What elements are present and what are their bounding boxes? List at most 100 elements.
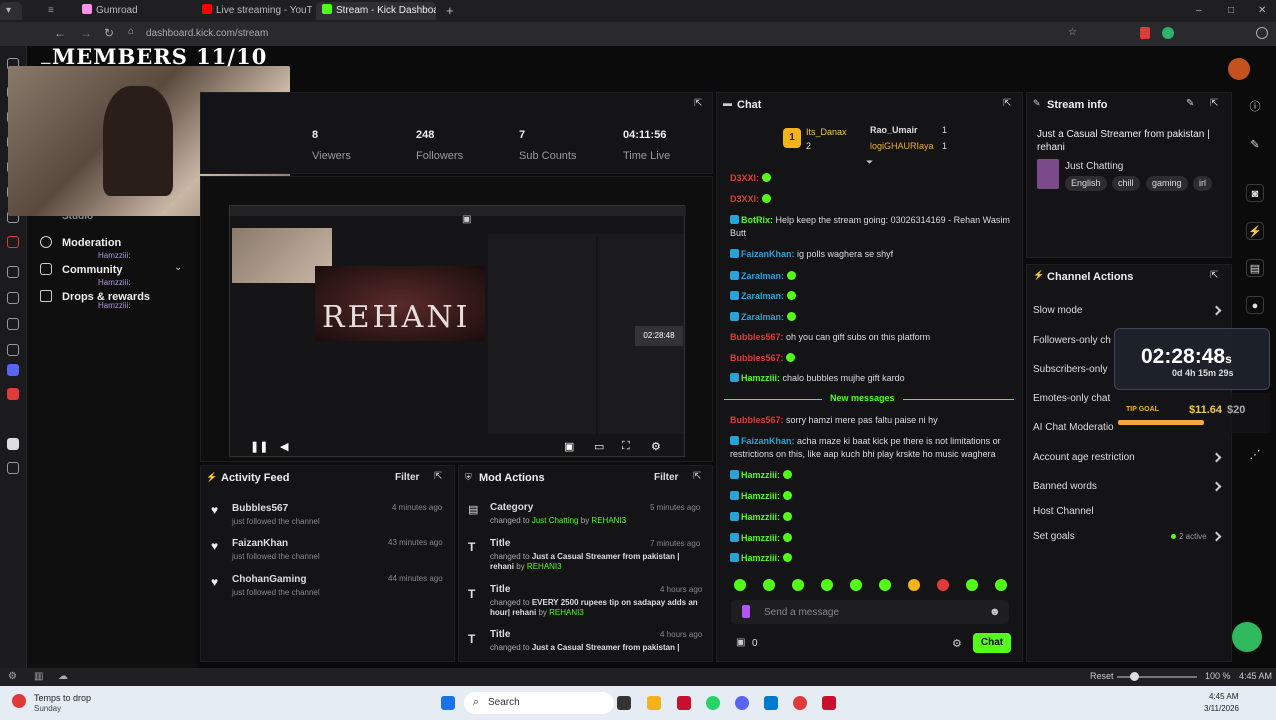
tab-youtube[interactable]: Live streaming - YouTube S <box>196 2 312 20</box>
close-window-button[interactable]: ✕ <box>1252 2 1268 20</box>
emote[interactable] <box>908 579 920 591</box>
chat-settings-icon[interactable]: ⚙ <box>952 637 962 650</box>
top-gifter-name[interactable]: logiGHAURIaya <box>870 141 934 151</box>
zoom-slider-handle[interactable] <box>1130 672 1139 681</box>
chevron-down-icon[interactable]: ⌄ <box>174 262 182 273</box>
popout-icon[interactable]: ⇱ <box>1210 270 1218 281</box>
emote[interactable] <box>763 579 775 591</box>
share-icon[interactable]: ⋰ <box>1246 446 1264 464</box>
sidebar-item-moderation[interactable]: Moderation <box>62 237 121 249</box>
reload-icon[interactable]: ↻ <box>104 26 114 40</box>
emoji-icon[interactable]: ☻ <box>989 606 1001 618</box>
chat-username[interactable]: Hamzziii: <box>741 491 780 501</box>
feed-user[interactable]: FaizanKhan <box>232 538 288 549</box>
slow-mode-item[interactable]: Slow mode <box>1033 305 1082 316</box>
account-age-item[interactable]: Account age restriction <box>1033 452 1135 463</box>
top-gifter-name[interactable]: Rao_Umair <box>870 125 918 135</box>
tab-gumroad[interactable]: Gumroad <box>76 2 192 20</box>
top-gifter-name[interactable]: Its_Danax <box>806 127 847 137</box>
forward-icon[interactable]: → <box>80 26 92 40</box>
tag-english[interactable]: English <box>1065 176 1107 191</box>
popout-icon[interactable]: ⇱ <box>693 471 701 482</box>
set-goals-item[interactable]: Set goals <box>1033 531 1075 542</box>
emote[interactable] <box>879 579 891 591</box>
url-field[interactable]: dashboard.kick.com/stream <box>146 26 1076 42</box>
extension-icon[interactable] <box>1162 27 1174 39</box>
pip-icon[interactable]: ▣ <box>564 440 574 453</box>
sidebar-item-community[interactable]: Community <box>62 264 123 276</box>
settings-icon[interactable]: ⚙ <box>651 440 661 453</box>
popout-icon[interactable]: ⇱ <box>434 471 442 482</box>
tab-kick-dashboard[interactable]: Stream - Kick Dashboard <box>316 2 436 20</box>
zoom-slider[interactable] <box>1117 676 1197 678</box>
badge-icon[interactable] <box>7 236 19 248</box>
notification-title[interactable]: Temps to drop <box>34 693 91 703</box>
emote[interactable] <box>821 579 833 591</box>
stream-preview-video[interactable]: REHANI 02:28:48 <box>229 205 686 457</box>
chat-username[interactable]: Zaralman: <box>741 291 784 301</box>
send-chat-button[interactable]: Chat <box>973 633 1011 653</box>
settings-icon[interactable] <box>7 462 19 474</box>
camera-icon[interactable]: ◙ <box>1246 184 1264 202</box>
minimize-button[interactable]: – <box>1190 2 1206 20</box>
app-icon[interactable] <box>822 696 836 710</box>
emote[interactable] <box>937 579 949 591</box>
maximize-button[interactable]: □ <box>1222 2 1238 20</box>
popout-icon[interactable]: ⇱ <box>1210 98 1218 109</box>
panel-icon[interactable] <box>7 318 19 330</box>
popout-icon[interactable]: ▣ <box>462 214 471 225</box>
popout-icon[interactable]: ⇱ <box>1003 98 1011 109</box>
obs-icon[interactable] <box>793 696 807 710</box>
chat-username[interactable]: FaizanKhan: <box>741 436 795 446</box>
browser-menu-button[interactable]: ▾ <box>0 2 22 20</box>
vscode-icon[interactable] <box>764 696 778 710</box>
panel-icon[interactable] <box>7 292 19 304</box>
followers-only-item[interactable]: Followers-only ch <box>1033 335 1111 346</box>
document-icon[interactable]: ▤ <box>1246 259 1264 277</box>
weather-icon[interactable] <box>12 694 26 708</box>
back-icon[interactable]: ← <box>54 26 66 40</box>
profile-icon[interactable] <box>1256 27 1268 39</box>
chat-username[interactable]: BotRix: <box>741 215 773 225</box>
settings-icon[interactable]: ⚙ <box>8 671 17 682</box>
emote[interactable] <box>995 579 1007 591</box>
collapse-icon[interactable]: ⏷ <box>866 157 873 168</box>
panel-icon[interactable] <box>7 344 19 356</box>
windows-start-icon[interactable] <box>441 696 455 710</box>
chat-bubble-icon[interactable]: ● <box>1246 296 1264 314</box>
emote[interactable] <box>850 579 862 591</box>
chat-username[interactable]: Bubbles567: <box>730 353 784 363</box>
chat-username[interactable]: Zaralman: <box>741 312 784 322</box>
chat-username[interactable]: Bubbles567: <box>730 415 784 425</box>
emote[interactable] <box>966 579 978 591</box>
chat-username[interactable]: Zaralman: <box>741 271 784 281</box>
activity-filter-button[interactable]: Filter <box>395 472 419 483</box>
emotes-only-item[interactable]: Emotes-only chat <box>1033 393 1110 404</box>
banned-words-item[interactable]: Banned words <box>1033 481 1097 492</box>
popout-icon[interactable]: ⇱ <box>694 98 702 109</box>
terminal-icon[interactable] <box>617 696 631 710</box>
chat-username[interactable]: Hamzziii: <box>741 553 780 563</box>
panel-icon[interactable] <box>7 266 19 278</box>
emote[interactable] <box>734 579 746 591</box>
app-icon[interactable] <box>7 364 19 376</box>
feed-user[interactable]: Bubbles567 <box>232 503 288 514</box>
support-icon[interactable] <box>1232 622 1262 652</box>
host-channel-item[interactable]: Host Channel <box>1033 506 1094 517</box>
file-explorer-icon[interactable] <box>647 696 661 710</box>
info-icon[interactable]: ⓘ <box>1246 98 1264 116</box>
volume-icon[interactable]: ◀ <box>280 440 288 453</box>
chat-username[interactable]: Hamzziii: <box>741 470 780 480</box>
mic-icon[interactable] <box>742 605 750 618</box>
chat-username[interactable]: FaizanKhan: <box>741 249 795 259</box>
app-icon[interactable] <box>7 388 19 400</box>
mod-filter-button[interactable]: Filter <box>654 472 678 483</box>
discord-icon[interactable] <box>735 696 749 710</box>
edit-icon[interactable]: ✎ <box>1246 136 1264 154</box>
avatar[interactable] <box>1228 58 1250 80</box>
subscribers-only-item[interactable]: Subscribers-only <box>1033 364 1107 375</box>
whatsapp-icon[interactable] <box>706 696 720 710</box>
tag-gaming[interactable]: gaming <box>1146 176 1188 191</box>
cloud-icon[interactable]: ☁ <box>58 671 68 682</box>
bookmark-icon[interactable]: ☆ <box>1068 27 1077 38</box>
